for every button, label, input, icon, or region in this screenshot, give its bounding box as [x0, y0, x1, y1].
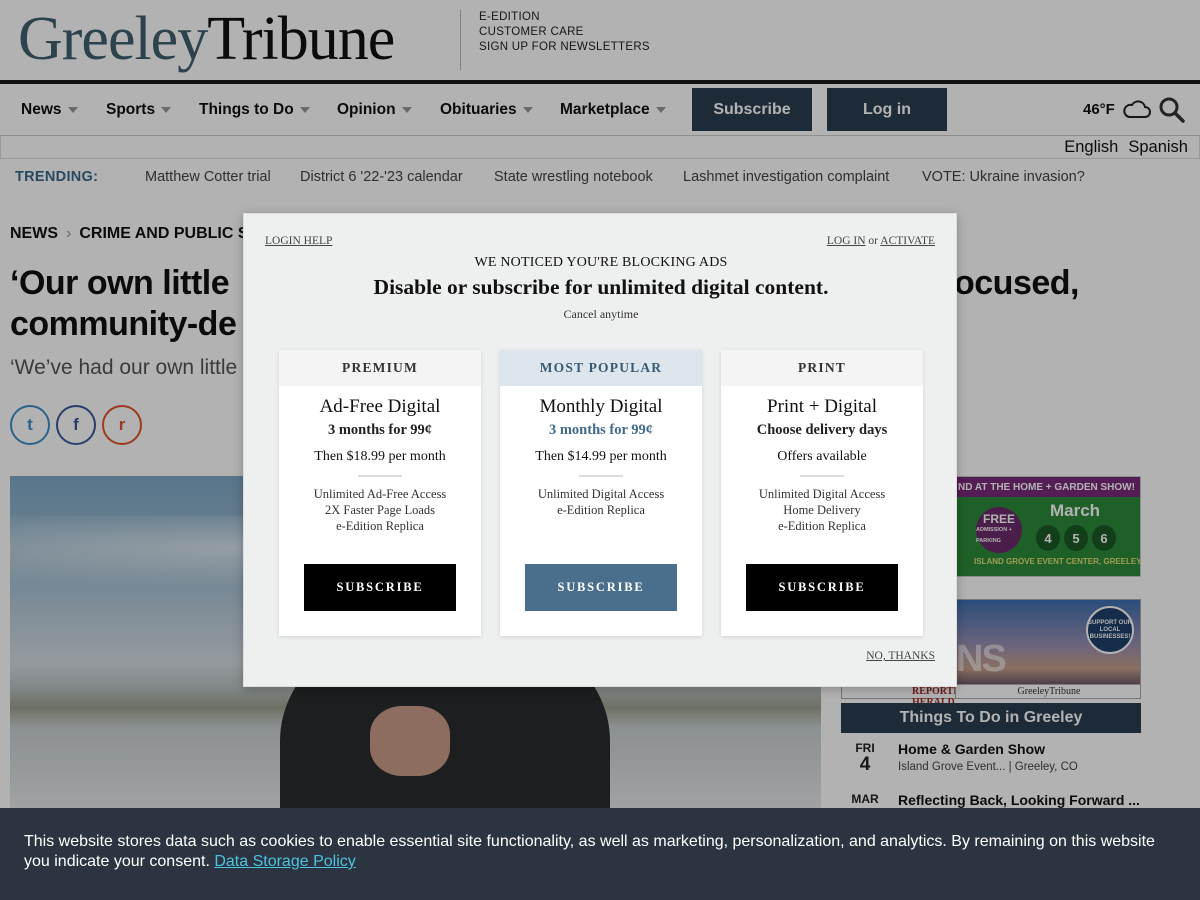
adblock-modal: LOGIN HELP LOG IN or ACTIVATE WE NOTICED… — [243, 213, 957, 687]
plan-card-print: PRINT Print + Digital Choose delivery da… — [721, 350, 923, 636]
modal-cancel-anytime: Cancel anytime — [563, 307, 639, 321]
plan-feature: 2X Faster Page Loads — [324, 503, 436, 517]
plan-header: PRINT — [721, 350, 923, 386]
plan-subscribe-button[interactable]: SUBSCRIBE — [304, 564, 456, 611]
plan-price: Then $18.99 per month — [314, 449, 446, 464]
plan-card-monthly: MOST POPULAR Monthly Digital 3 months fo… — [500, 350, 702, 636]
modal-headline: Disable or subscribe for unlimited digit… — [373, 275, 829, 299]
plan-divider — [579, 475, 623, 477]
modal-or-text: or — [868, 235, 879, 247]
cookie-banner: This website stores data such as cookies… — [0, 808, 1200, 900]
plan-promo: Choose delivery days — [756, 422, 888, 438]
no-thanks-link[interactable]: NO, THANKS — [866, 650, 935, 662]
plan-title: Ad-Free Digital — [319, 396, 441, 417]
plan-feature: e-Edition Replica — [778, 519, 866, 533]
plan-header: MOST POPULAR — [500, 350, 702, 386]
data-storage-policy-link[interactable]: Data Storage Policy — [214, 853, 355, 870]
plan-promo: 3 months for 99¢ — [327, 422, 433, 438]
modal-auth-links: LOG IN or ACTIVATE — [827, 235, 935, 247]
plan-divider — [800, 475, 844, 477]
plan-divider — [358, 475, 402, 477]
plan-feature: Home Delivery — [783, 503, 861, 517]
plan-subscribe-button[interactable]: SUBSCRIBE — [525, 564, 677, 611]
modal-notice: WE NOTICED YOU'RE BLOCKING ADS — [474, 255, 728, 270]
plan-feature: e-Edition Replica — [336, 519, 424, 533]
plan-price: Then $14.99 per month — [535, 449, 667, 464]
plan-header: PREMIUM — [279, 350, 481, 386]
cookie-text: This website stores data such as cookies… — [24, 833, 1155, 870]
modal-activate-link[interactable]: ACTIVATE — [880, 235, 935, 247]
login-help-link[interactable]: LOGIN HELP — [265, 235, 332, 247]
plan-feature: Unlimited Ad-Free Access — [313, 487, 447, 501]
plan-title: Print + Digital — [767, 396, 877, 417]
plan-title: Monthly Digital — [539, 396, 663, 417]
plan-price: Offers available — [777, 449, 867, 464]
plan-card-premium: PREMIUM Ad-Free Digital 3 months for 99¢… — [279, 350, 481, 636]
plan-feature: Unlimited Digital Access — [758, 487, 886, 501]
plan-subscribe-button[interactable]: SUBSCRIBE — [746, 564, 898, 611]
plan-feature: e-Edition Replica — [557, 503, 645, 517]
modal-login-link[interactable]: LOG IN — [827, 235, 866, 247]
plan-promo: 3 months for 99¢ — [548, 422, 654, 438]
plan-feature: Unlimited Digital Access — [537, 487, 665, 501]
